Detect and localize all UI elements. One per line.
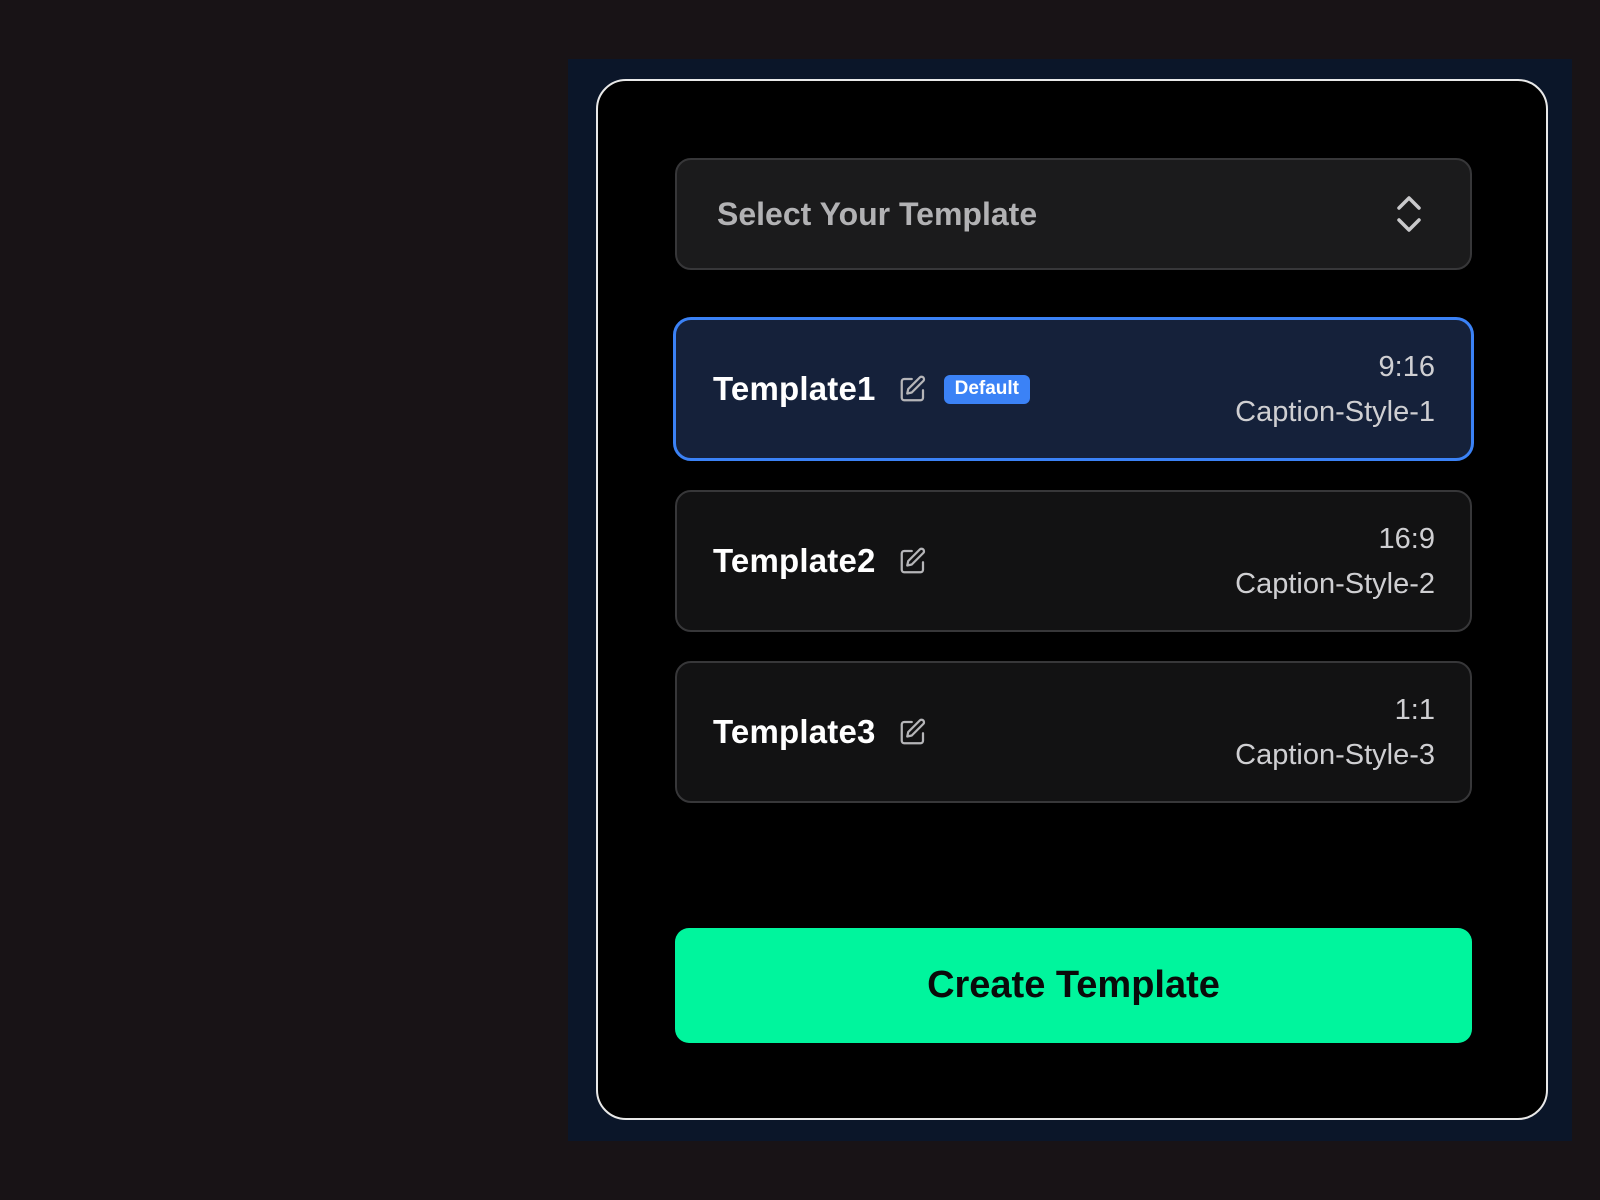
template-name: Template3 <box>713 713 876 750</box>
create-template-button[interactable]: Create Template <box>675 928 1472 1043</box>
template-card-template2[interactable]: Template2 16:9 Caption-Style-2 <box>675 490 1472 632</box>
edit-icon[interactable] <box>898 546 928 576</box>
template-select-dropdown[interactable]: Select Your Template <box>675 158 1472 270</box>
template-caption-style: Caption-Style-3 <box>1235 738 1435 771</box>
template-name: Template2 <box>713 542 876 579</box>
template-aspect-ratio: 16:9 <box>1378 522 1435 555</box>
default-badge: Default <box>943 374 1030 404</box>
edit-icon[interactable] <box>898 374 928 404</box>
template-card-template1[interactable]: Template1 Default 9:16 Caption-Style-1 <box>673 317 1474 461</box>
template-caption-style: Caption-Style-2 <box>1235 567 1435 600</box>
template-select-placeholder: Select Your Template <box>717 195 1038 232</box>
template-aspect-ratio: 1:1 <box>1394 693 1435 726</box>
template-card-template3[interactable]: Template3 1:1 Caption-Style-3 <box>675 661 1472 803</box>
chevron-up-down-icon <box>1397 196 1421 232</box>
template-caption-style: Caption-Style-1 <box>1235 395 1435 428</box>
edit-icon[interactable] <box>898 717 928 747</box>
template-aspect-ratio: 9:16 <box>1378 350 1435 383</box>
template-name: Template1 <box>713 370 876 407</box>
